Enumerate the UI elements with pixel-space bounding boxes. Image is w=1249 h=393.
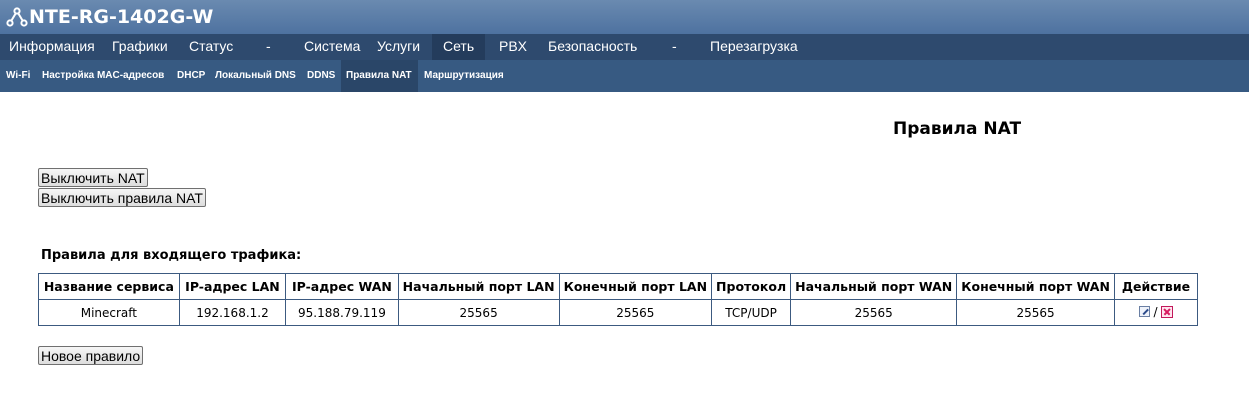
incoming-rules-label: Правила для входящего трафика:: [41, 248, 302, 263]
lan-start-port-cell: 25565: [397, 299, 560, 326]
subnav-item-wifi[interactable]: Wi-Fi: [6, 60, 30, 92]
wan-start-port-cell: 25565: [790, 299, 958, 326]
wan-end-port-cell: 25565: [956, 299, 1115, 326]
page-title: Правила NAT: [893, 119, 1022, 139]
subnav-item-nat[interactable]: Правила NAT: [341, 60, 418, 92]
router-logo-icon: [6, 7, 28, 27]
wan-ip-cell: 95.188.79.119: [285, 299, 399, 326]
table-row: Minecraft 192.168.1.2 95.188.79.119 2556…: [38, 299, 1199, 326]
subnav-item-dhcp[interactable]: DHCP: [177, 60, 205, 92]
column-header: Конечный порт LAN: [558, 273, 713, 300]
column-header: Название сервиса: [38, 273, 180, 300]
main-nav: Информация Графики Статус - Система Услу…: [0, 34, 1249, 60]
nav-item-separator[interactable]: -: [672, 34, 677, 60]
lan-end-port-cell: 25565: [558, 299, 713, 326]
subnav-item-mac[interactable]: Настройка MAC-адресов: [42, 60, 164, 92]
column-header: Действие: [1113, 273, 1199, 300]
nav-item-system[interactable]: Система: [304, 34, 360, 60]
nav-item-status[interactable]: Статус: [189, 34, 233, 60]
device-logo: NTE-RG-1402G-W: [6, 5, 213, 29]
new-rule-button[interactable]: Новое правило: [38, 346, 144, 365]
column-header: Начальный порт WAN: [790, 273, 958, 300]
nat-rules-table: Название сервиса IP-адрес LAN IP-адрес W…: [38, 273, 1199, 326]
nav-item-network[interactable]: Сеть: [432, 34, 485, 60]
lan-ip-cell: 192.168.1.2: [178, 299, 287, 326]
column-header: IP-адрес LAN: [178, 273, 287, 300]
subnav-item-ddns[interactable]: DDNS: [307, 60, 335, 92]
action-cell: /: [1113, 299, 1199, 326]
delete-icon[interactable]: [1160, 305, 1173, 318]
disable-nat-rules-button[interactable]: Выключить правила NAT: [38, 188, 206, 207]
title-bar: NTE-RG-1402G-W: [0, 0, 1249, 34]
disable-nat-button[interactable]: Выключить NAT: [38, 168, 148, 187]
protocol-cell: TCP/UDP: [711, 299, 792, 326]
service-name-cell: Minecraft: [38, 299, 180, 326]
column-header: Начальный порт LAN: [397, 273, 560, 300]
device-name: NTE-RG-1402G-W: [29, 6, 214, 28]
nav-item-reboot[interactable]: Перезагрузка: [710, 34, 798, 60]
subnav-item-local-dns[interactable]: Локальный DNS: [215, 60, 296, 92]
edit-icon[interactable]: [1139, 306, 1151, 318]
action-separator: /: [1153, 304, 1158, 319]
column-header: Протокол: [711, 273, 792, 300]
nav-item-graphs[interactable]: Графики: [112, 34, 168, 60]
column-header: IP-адрес WAN: [285, 273, 399, 300]
column-header: Конечный порт WAN: [956, 273, 1115, 300]
nav-item-security[interactable]: Безопасность: [548, 34, 637, 60]
sub-nav: Wi-Fi Настройка MAC-адресов DHCP Локальн…: [0, 60, 1249, 92]
nav-item-services[interactable]: Услуги: [377, 34, 420, 60]
nav-item-info[interactable]: Информация: [9, 34, 95, 60]
nav-item-separator[interactable]: -: [266, 34, 271, 60]
subnav-item-routing[interactable]: Маршрутизация: [424, 60, 504, 92]
table-header-row: Название сервиса IP-адрес LAN IP-адрес W…: [38, 273, 1199, 300]
nav-item-pbx[interactable]: PBX: [499, 34, 527, 60]
